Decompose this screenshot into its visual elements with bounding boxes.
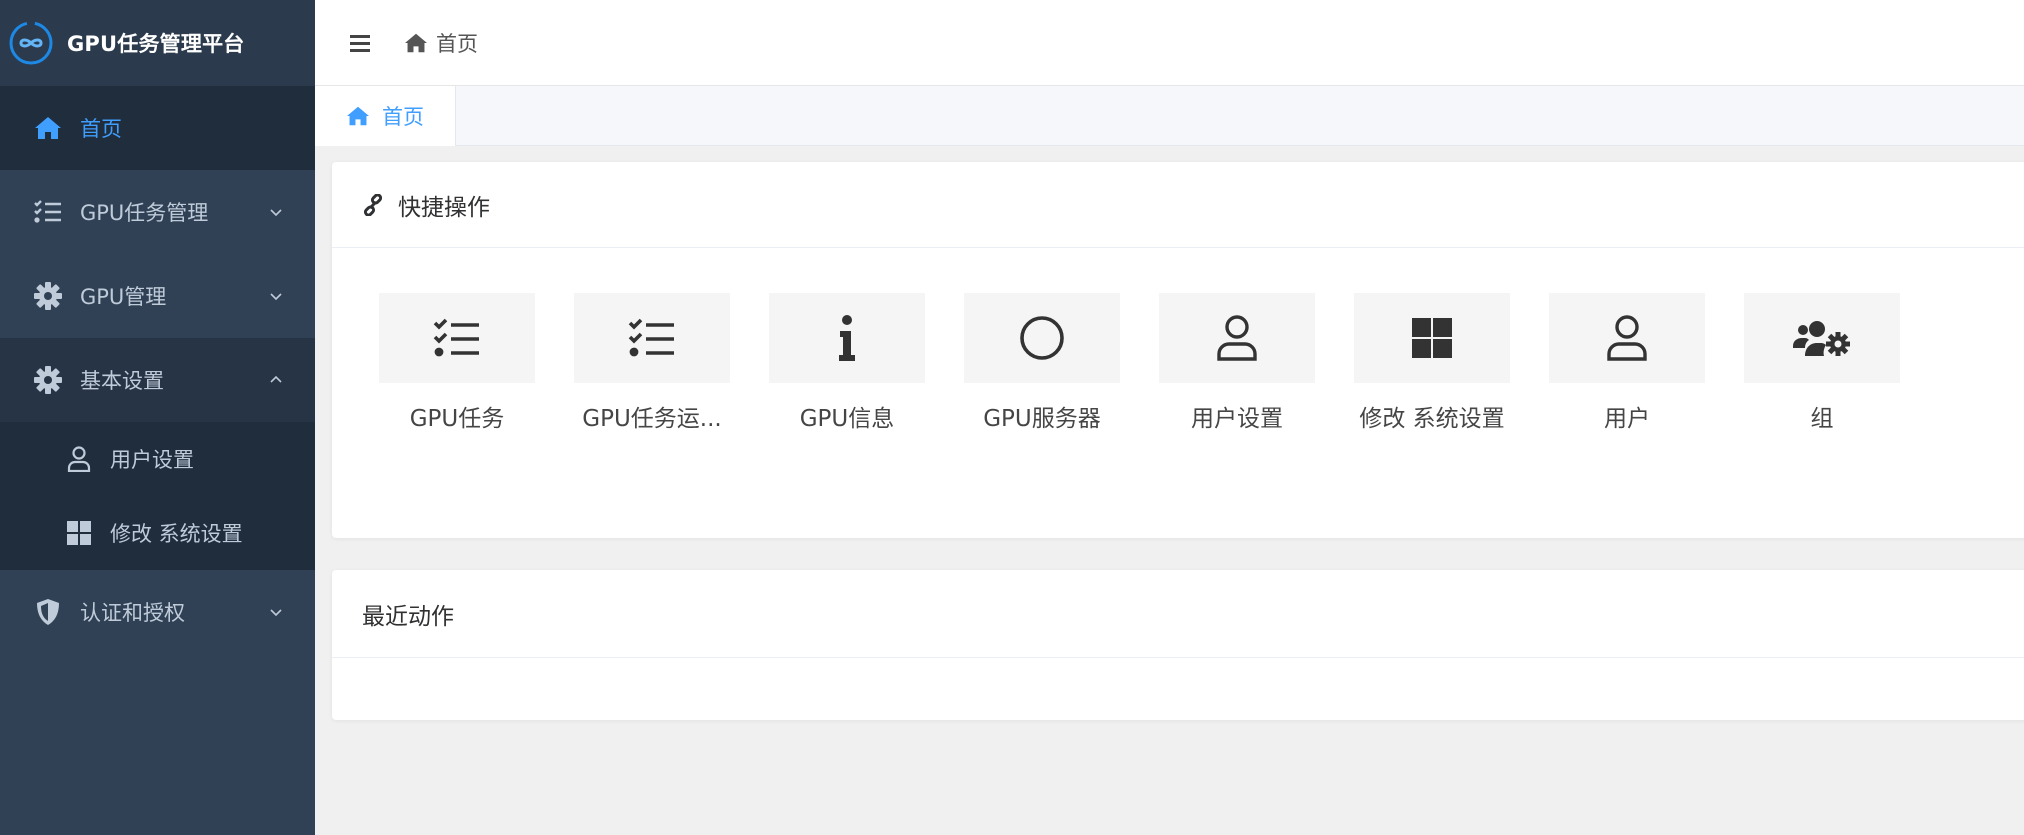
home-icon	[33, 113, 63, 143]
card-header: 最近动作	[332, 570, 2024, 658]
tab-home[interactable]: 首页	[315, 86, 456, 146]
sidebar-item-label: GPU管理	[80, 285, 167, 309]
sidebar-item-auth[interactable]: 认证和授权	[0, 570, 315, 654]
home-icon	[346, 104, 370, 128]
sidebar: GPU任务管理平台 首页 GPU任务管理 GPU管理 基本设置 用户设置 修改 …	[0, 0, 315, 835]
gear-icon	[33, 365, 63, 395]
main-area: 首页 首页 快捷操作 GPU任务 GPU任务运... GPU信息 GPU服务器 …	[315, 0, 2024, 835]
info-icon	[769, 293, 925, 383]
quick-actions-title: 快捷操作	[398, 194, 490, 221]
quick-action-gpu-task-runs[interactable]: GPU任务运...	[574, 293, 730, 433]
quick-action-label: GPU服务器	[983, 406, 1101, 432]
sidebar-item-label: 认证和授权	[80, 601, 185, 625]
task-list-icon	[574, 293, 730, 383]
chevron-down-icon	[270, 209, 282, 217]
chevron-down-icon	[270, 609, 282, 617]
windows-icon	[66, 520, 92, 546]
user-icon	[1159, 293, 1315, 383]
infinity-icon	[9, 21, 53, 65]
recent-actions-card: 最近动作	[332, 570, 2024, 720]
quick-action-user-settings[interactable]: 用户设置	[1159, 293, 1315, 433]
sidebar-item-label: GPU任务管理	[80, 201, 209, 225]
shield-icon	[33, 597, 63, 627]
quick-action-users[interactable]: 用户	[1549, 293, 1705, 433]
tab-label: 首页	[382, 105, 424, 129]
quick-action-label: GPU信息	[799, 406, 895, 432]
quick-action-label: 组	[1810, 406, 1834, 432]
sidebar-item-gpu-manage[interactable]: GPU管理	[0, 254, 315, 338]
user-icon	[1549, 293, 1705, 383]
gear-icon	[33, 281, 63, 311]
quick-action-gpu-servers[interactable]: GPU服务器	[964, 293, 1120, 433]
quick-action-groups[interactable]: 组	[1744, 293, 1900, 433]
quick-action-label: 用户	[1604, 406, 1650, 432]
recent-actions-title: 最近动作	[362, 603, 454, 630]
sidebar-item-system-settings[interactable]: 修改 系统设置	[0, 496, 315, 570]
users-gear-icon	[1744, 293, 1900, 383]
chevron-down-icon	[270, 293, 282, 301]
quick-action-label: 用户设置	[1191, 406, 1283, 432]
quick-action-system-settings[interactable]: 修改 系统设置	[1354, 293, 1510, 433]
quick-action-label: 修改 系统设置	[1359, 406, 1505, 432]
quick-action-label: GPU任务	[409, 406, 505, 432]
sidebar-item-home[interactable]: 首页	[0, 86, 315, 170]
quick-actions-card: 快捷操作 GPU任务 GPU任务运... GPU信息 GPU服务器 用户设置 修…	[332, 162, 2024, 538]
top-navbar: 首页	[315, 0, 2024, 86]
link-icon	[362, 193, 386, 217]
chevron-up-icon	[270, 375, 282, 383]
sidebar-item-label: 基本设置	[80, 369, 164, 393]
sidebar-menu: 首页 GPU任务管理 GPU管理 基本设置 用户设置 修改 系统设置 认证和授权	[0, 86, 315, 654]
quick-action-label: GPU任务运...	[582, 406, 722, 432]
brand[interactable]: GPU任务管理平台	[0, 0, 315, 86]
hamburger-icon[interactable]	[348, 31, 372, 55]
quick-action-gpu-info[interactable]: GPU信息	[769, 293, 925, 433]
tags-view: 首页	[315, 86, 2024, 146]
breadcrumb: 首页	[404, 28, 478, 58]
sidebar-item-user-settings[interactable]: 用户设置	[0, 422, 315, 496]
card-header: 快捷操作	[332, 162, 2024, 248]
sidebar-item-label: 用户设置	[110, 448, 194, 472]
home-icon	[404, 31, 428, 55]
windows-icon	[1354, 293, 1510, 383]
quick-actions-grid: GPU任务 GPU任务运... GPU信息 GPU服务器 用户设置 修改 系统设…	[332, 248, 2024, 538]
submenu-basic-settings: 用户设置 修改 系统设置	[0, 422, 315, 570]
sidebar-item-basic-settings[interactable]: 基本设置	[0, 338, 315, 422]
task-list-icon	[379, 293, 535, 383]
quick-action-gpu-tasks[interactable]: GPU任务	[379, 293, 535, 433]
task-list-icon	[33, 197, 63, 227]
sidebar-item-gpu-tasks[interactable]: GPU任务管理	[0, 170, 315, 254]
brand-title: GPU任务管理平台	[67, 32, 245, 56]
breadcrumb-home[interactable]: 首页	[436, 28, 478, 58]
sidebar-item-label: 修改 系统设置	[110, 522, 243, 546]
circle-icon	[964, 293, 1120, 383]
user-icon	[66, 446, 92, 472]
sidebar-item-label: 首页	[80, 117, 122, 141]
